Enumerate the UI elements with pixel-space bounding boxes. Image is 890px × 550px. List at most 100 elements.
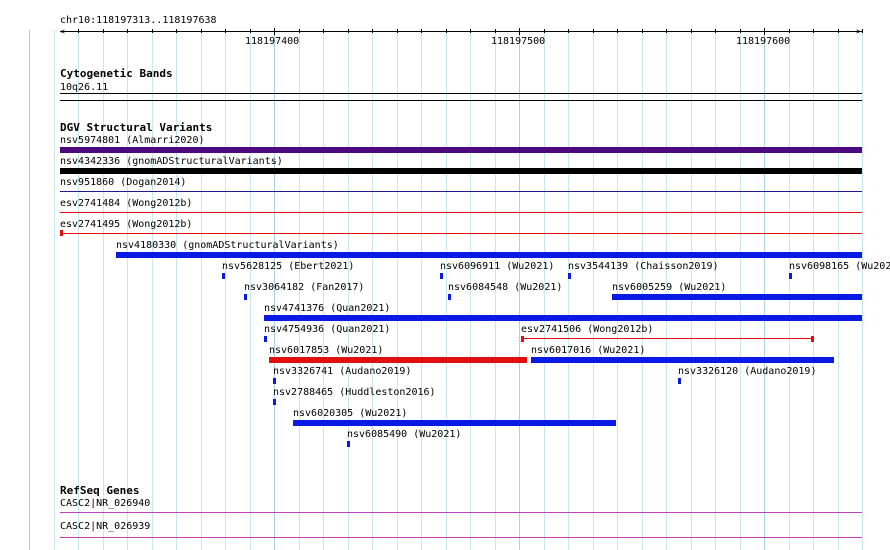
variant-label: nsv4754936 (Quan2021)	[264, 324, 391, 335]
ruler-tick	[225, 29, 226, 33]
variant-bar[interactable]	[531, 357, 834, 363]
ruler-tick	[470, 29, 471, 33]
grid-line	[764, 30, 765, 550]
ruler-tick	[862, 29, 863, 33]
ruler-tick	[274, 28, 275, 35]
ruler-left-arrow: <	[60, 27, 65, 36]
ruler-tick	[397, 29, 398, 33]
variant-label: nsv6017016 (Wu2021)	[531, 345, 646, 356]
ruler-tick	[764, 28, 765, 35]
variant-label: nsv6098165 (Wu2021)	[789, 261, 890, 272]
ruler-tick	[740, 29, 741, 33]
grid-line	[54, 30, 55, 550]
ruler-tick	[152, 29, 153, 33]
variant-label: nsv3064182 (Fan2017)	[244, 282, 365, 293]
ruler-tick	[250, 29, 251, 33]
ruler-tick	[544, 29, 545, 33]
variant-label: nsv6085490 (Wu2021)	[347, 429, 462, 440]
cytoband-line-bottom	[60, 100, 862, 101]
gene-intron-line[interactable]	[60, 512, 862, 513]
variant-label: nsv6017853 (Wu2021)	[269, 345, 384, 356]
variant-label: nsv6096911 (Wu2021)	[440, 261, 555, 272]
variant-bar[interactable]	[222, 273, 225, 279]
grid-line	[372, 30, 373, 550]
variant-bar[interactable]	[789, 273, 792, 279]
variant-line[interactable]	[521, 338, 814, 339]
variant-bar[interactable]	[273, 399, 276, 405]
grid-line	[78, 30, 79, 550]
grid-line	[813, 30, 814, 550]
variant-label: nsv3544139 (Chaisson2019)	[568, 261, 719, 272]
grid-line	[862, 30, 863, 550]
dgv-title: DGV Structural Variants	[60, 121, 213, 134]
ruler-tick	[617, 29, 618, 33]
variant-bar[interactable]	[60, 168, 862, 174]
variant-bar[interactable]	[60, 147, 862, 153]
ruler-tick	[127, 29, 128, 33]
grid-line	[838, 30, 839, 550]
ruler-label-1: 118197400	[245, 36, 300, 47]
variant-bar[interactable]	[264, 336, 267, 342]
ruler-tick	[103, 29, 104, 33]
variant-label: nsv5974801 (Almarri2020)	[60, 135, 205, 146]
variant-label: nsv4180330 (gnomADStructuralVariants)	[116, 240, 339, 251]
variant-bar[interactable]	[264, 315, 862, 321]
variant-label: nsv2788465 (Huddleston2016)	[273, 387, 436, 398]
ruler-label-3: 118197600	[736, 36, 791, 47]
variant-bar[interactable]	[116, 252, 862, 258]
variant-line[interactable]	[60, 233, 862, 234]
variant-bar[interactable]	[293, 420, 616, 426]
ruler-tick	[176, 29, 177, 33]
grid-line	[446, 30, 447, 550]
variant-end-marker	[811, 336, 814, 342]
grid-line	[789, 30, 790, 550]
variant-label: esv2741506 (Wong2012b)	[521, 324, 654, 335]
ruler-tick	[372, 29, 373, 33]
variant-end-marker	[521, 336, 524, 342]
ruler-tick	[642, 29, 643, 33]
variant-bar[interactable]	[244, 294, 247, 300]
grid-line	[568, 30, 569, 550]
grid-line	[29, 30, 30, 550]
variant-label: nsv5628125 (Ebert2021)	[222, 261, 355, 272]
ruler-tick	[201, 29, 202, 33]
gene-label: CASC2|NR_026940	[60, 498, 151, 509]
variant-line[interactable]	[60, 191, 862, 192]
ruler-tick	[495, 29, 496, 33]
cytoband-line-top	[60, 93, 862, 94]
variant-label: nsv3326120 (Audano2019)	[678, 366, 817, 377]
gene-intron-line[interactable]	[60, 537, 862, 538]
ruler-tick	[715, 29, 716, 33]
ruler-tick	[348, 29, 349, 33]
ruler-tick	[813, 29, 814, 33]
variant-label: nsv951860 (Dogan2014)	[60, 177, 187, 188]
variant-bar[interactable]	[612, 294, 862, 300]
variant-bar[interactable]	[678, 378, 681, 384]
ruler-axis	[60, 31, 862, 32]
variant-bar[interactable]	[347, 441, 350, 447]
variant-bar[interactable]	[448, 294, 451, 300]
ruler-label-2: 118197500	[491, 36, 546, 47]
grid-line	[127, 30, 128, 550]
refseq-title: RefSeq Genes	[60, 484, 140, 497]
variant-bar[interactable]	[269, 357, 527, 363]
ruler-tick	[593, 29, 594, 33]
ruler-tick	[568, 29, 569, 33]
grid-line	[397, 30, 398, 550]
variant-bar[interactable]	[568, 273, 571, 279]
ruler-tick	[78, 29, 79, 33]
grid-line	[103, 30, 104, 550]
variant-bar[interactable]	[273, 378, 276, 384]
ruler-tick	[838, 29, 839, 33]
cytoband-title: Cytogenetic Bands	[60, 67, 173, 80]
variant-line[interactable]	[60, 212, 862, 213]
variant-bar[interactable]	[440, 273, 443, 279]
ruler-tick	[519, 28, 520, 35]
variant-label: nsv4342336 (gnomADStructuralVariants)	[60, 156, 283, 167]
variant-label: nsv6084548 (Wu2021)	[448, 282, 563, 293]
grid-line	[176, 30, 177, 550]
grid-line	[152, 30, 153, 550]
variant-label: esv2741484 (Wong2012b)	[60, 198, 193, 209]
grid-line	[421, 30, 422, 550]
ruler-tick	[666, 29, 667, 33]
